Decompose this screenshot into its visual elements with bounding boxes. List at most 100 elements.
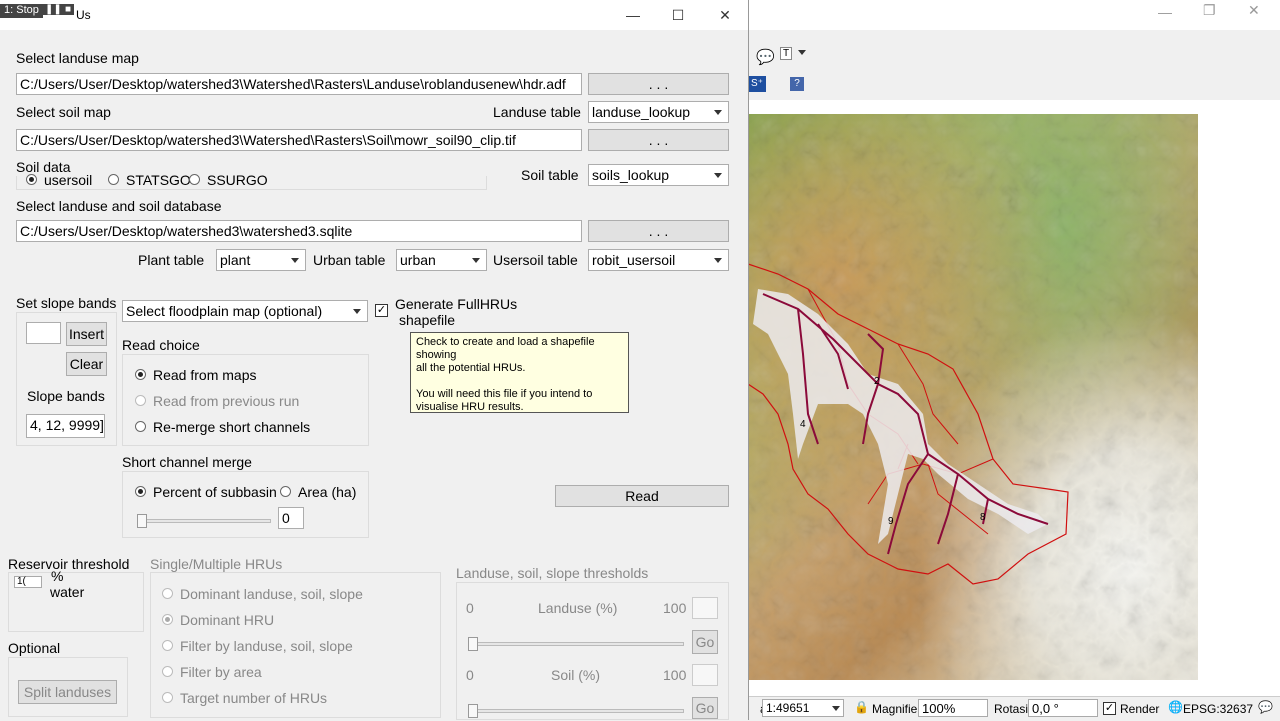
clear-button[interactable]: Clear (66, 352, 107, 376)
dominant-lss-label: Dominant landuse, soil, slope (180, 586, 363, 602)
crs-label[interactable]: EPSG:32637 (1183, 702, 1253, 716)
area-ha-radio[interactable] (280, 486, 291, 497)
filter-area-label: Filter by area (180, 664, 262, 680)
soil-go-button[interactable]: Go (692, 697, 718, 719)
insert-button[interactable]: Insert (66, 322, 107, 346)
read-from-maps-radio[interactable] (135, 369, 146, 380)
landuse-go-button[interactable]: Go (692, 630, 718, 654)
tooltip-line: all the potential HRUs. (416, 362, 526, 374)
soil-max-label: 100 (663, 667, 687, 683)
slope-bands-value[interactable]: 4, 12, 9999] (26, 414, 105, 438)
split-landuses-button[interactable]: Split landuses (18, 680, 117, 704)
thresholds-label: Landuse, soil, slope thresholds (456, 565, 649, 581)
short-channel-label: Short channel merge (122, 454, 252, 470)
database-path[interactable]: C:/Users/User/Desktop/watershed3\watersh… (16, 220, 582, 242)
lock-icon[interactable]: 🔒 (854, 700, 869, 714)
slope-input[interactable] (26, 322, 61, 344)
urban-table-label: Urban table (313, 252, 386, 268)
text-annotation-icon[interactable]: T (780, 47, 793, 60)
percent-subbasin-radio[interactable] (135, 486, 146, 497)
filter-area-radio[interactable] (162, 666, 173, 677)
usersoil-radio[interactable] (26, 174, 37, 185)
soil-threshold-slider[interactable] (468, 709, 684, 713)
filter-lss-radio[interactable] (162, 640, 173, 651)
annotation-icon[interactable]: 💬 (756, 48, 775, 66)
hru-mode-label: Single/Multiple HRUs (150, 556, 283, 572)
read-previous-run-label: Read from previous run (153, 393, 300, 409)
short-channel-slider-handle[interactable] (137, 514, 147, 528)
minimize-icon[interactable]: — (624, 6, 642, 24)
soil-threshold-value[interactable] (692, 664, 718, 686)
qgis-toolbar: 💬 T S⁺ ? (748, 40, 1280, 101)
restore-icon[interactable]: ❐ (1203, 2, 1216, 19)
remerge-radio[interactable] (135, 421, 146, 432)
render-checkbox[interactable]: ✓ (1103, 702, 1116, 715)
reservoir-threshold-label: Reservoir threshold (8, 556, 130, 572)
map-label: 4 (800, 419, 806, 430)
close-icon[interactable]: ✕ (1248, 2, 1260, 19)
urban-table-combo[interactable]: urban (396, 249, 487, 271)
tooltip-line: You will need this file if you intend to (416, 388, 593, 400)
database-browse-button[interactable]: . . . (588, 220, 729, 242)
render-label: Render (1120, 702, 1160, 716)
short-channel-group (122, 471, 369, 538)
watershed-map: 2 4 9 8 (748, 263, 1069, 585)
read-from-maps-label: Read from maps (153, 367, 257, 383)
landuse-browse-button[interactable]: . . . (588, 73, 729, 95)
landuse-map-path[interactable]: C:/Users/User/Desktop/watershed3\Watersh… (16, 73, 582, 95)
map-canvas[interactable]: 2 4 9 8 (748, 114, 1198, 680)
swat-plus-icon[interactable]: S⁺ (748, 76, 766, 92)
messages-icon[interactable]: 💬 (1258, 700, 1273, 714)
ssurgo-radio[interactable] (189, 174, 200, 185)
short-channel-value[interactable]: 0 (278, 507, 304, 529)
soil-threshold-label: Soil (%) (551, 667, 601, 683)
target-hrus-radio[interactable] (162, 692, 173, 703)
read-previous-run-radio[interactable] (135, 395, 146, 406)
qgis-status-bar: a 1:49651 🔒 Magnifier 100% Rotasi 0,0 ° … (748, 696, 1280, 721)
target-hrus-label: Target number of HRUs (180, 690, 328, 706)
maximize-icon[interactable]: ☐ (669, 6, 687, 24)
optional-label: Optional (8, 640, 61, 656)
generate-fullhrus-checkbox[interactable]: ✓ (375, 304, 388, 317)
floodplain-combo[interactable]: Select floodplain map (optional) (122, 300, 368, 322)
help-icon[interactable]: ? (790, 77, 804, 91)
remerge-label: Re-merge short channels (153, 419, 311, 435)
soil-map-path[interactable]: C:/Users/User/Desktop/watershed3\Watersh… (16, 129, 582, 151)
chevron-down-icon[interactable] (798, 50, 806, 55)
recorder-tag[interactable]: 1: Stop (0, 4, 43, 18)
landuse-table-combo[interactable]: landuse_lookup (588, 101, 729, 123)
short-channel-slider[interactable] (137, 519, 271, 523)
chevron-down-icon (832, 706, 840, 711)
landuse-threshold-slider[interactable] (468, 642, 684, 646)
database-label: Select landuse and soil database (16, 198, 222, 214)
reservoir-spinbox[interactable]: 1( (14, 576, 42, 588)
minimize-icon[interactable]: — (1158, 4, 1172, 20)
slope-bands-list-label: Slope bands (27, 388, 105, 404)
magnifier-spinbox[interactable]: 100% (918, 699, 988, 717)
usersoil-table-combo[interactable]: robit_usersoil (588, 249, 729, 271)
landuse-map-label: Select landuse map (16, 50, 139, 66)
dominant-lss-radio[interactable] (162, 588, 173, 599)
read-choice-label: Read choice (122, 337, 200, 353)
landuse-threshold-value[interactable] (692, 597, 718, 619)
landuse-slider-handle[interactable] (468, 637, 478, 651)
soil-browse-button[interactable]: . . . (588, 129, 729, 151)
crs-icon[interactable]: 🌐 (1168, 700, 1183, 714)
rotation-spinbox[interactable]: 0,0 ° (1028, 699, 1098, 717)
soil-table-combo[interactable]: soils_lookup (588, 164, 729, 186)
stop-icon[interactable]: ■ (62, 4, 75, 15)
statsgo-radio[interactable] (108, 174, 119, 185)
soil-table-label: Soil table (521, 167, 579, 183)
landuse-min-label: 0 (466, 600, 474, 616)
soil-slider-handle[interactable] (468, 704, 478, 718)
dialog-title: Us (76, 8, 91, 22)
read-button[interactable]: Read (555, 485, 729, 507)
plant-table-combo[interactable]: plant (216, 249, 306, 271)
usersoil-label: usersoil (44, 172, 93, 188)
close-icon[interactable]: ✕ (716, 6, 734, 24)
tooltip-line: visualise HRU results. (416, 401, 524, 413)
map-label: 2 (874, 376, 880, 387)
dominant-hru-radio[interactable] (162, 614, 173, 625)
dialog-title-bar: 1: Stop ❚❚ ■ Us — ☐ ✕ (0, 0, 748, 30)
scale-combo[interactable]: 1:49651 (762, 699, 844, 717)
